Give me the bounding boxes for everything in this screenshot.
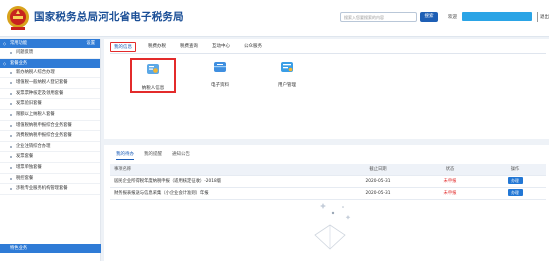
- bullet-icon: [10, 52, 12, 54]
- tab-interaction[interactable]: 互动中心: [210, 42, 232, 52]
- sidebar-header-label: 常用功能: [10, 41, 28, 46]
- sidebar-item[interactable]: 增票单独套餐: [0, 163, 100, 174]
- sidebar-item[interactable]: 税控套餐: [0, 174, 100, 185]
- sidebar-item[interactable]: 增值税一般纳税人登记套餐: [0, 78, 100, 89]
- sidebar-item[interactable]: 发票验旧套餐: [0, 99, 100, 110]
- sidebar-special-header[interactable]: 特色业务: [0, 244, 101, 253]
- sidebar-item[interactable]: 企业注销综合办理: [0, 142, 100, 153]
- sidebar-item[interactable]: 增值税纳税申报综合业务套餐: [0, 121, 100, 132]
- bullet-icon: [10, 113, 12, 116]
- bullet-icon: [10, 103, 12, 106]
- search-button[interactable]: 搜索: [420, 12, 438, 22]
- collapse-icon: ◇: [3, 41, 7, 46]
- tab-my-todo[interactable]: 我的待办: [116, 151, 134, 160]
- user-management-button[interactable]: 用户管理: [267, 61, 307, 88]
- sidebar-item[interactable]: 消费税纳税申报综合业务套餐: [0, 131, 100, 142]
- top-tabs: 我的信息 税费办税 税费查询 互动中心 公众服务: [110, 42, 274, 52]
- table-header-row: 事项名称 截止日期 状态 操作: [110, 164, 546, 176]
- sidebar-item[interactable]: 限额以上纳税人套餐: [0, 110, 100, 121]
- bullet-icon: [10, 188, 12, 191]
- bottom-tabs: 我的待办 我的提醒 通知公告: [116, 151, 200, 160]
- bullet-icon: [10, 135, 12, 138]
- sidebar-item[interactable]: 涉税专业服务机构管理套餐: [0, 184, 100, 195]
- function-label: 用户管理: [278, 83, 296, 88]
- user-name-redacted: [462, 12, 532, 21]
- site-title: 国家税务总局河北省电子税务局: [34, 11, 184, 23]
- empty-state-illustration: [314, 203, 351, 250]
- e-documents-icon: [214, 62, 226, 72]
- sidebar-section-header[interactable]: ◇ 套餐业务: [0, 58, 100, 68]
- divider: [110, 53, 546, 54]
- user-management-icon: [281, 62, 293, 72]
- tab-my-info[interactable]: 我的信息: [110, 42, 136, 52]
- tab-tax-query[interactable]: 税费查询: [178, 42, 200, 52]
- tab-public-service[interactable]: 公众服务: [242, 42, 264, 52]
- tab-my-reminder[interactable]: 我的提醒: [144, 151, 162, 160]
- sidebar-settings-link[interactable]: 设置: [86, 39, 95, 48]
- bullet-icon: [10, 166, 12, 169]
- bullet-icon: [10, 124, 12, 127]
- col-header: 截止日期: [369, 167, 387, 172]
- sidebar: ◇ 常用功能 设置 问题反馈 ◇ 套餐业务 新办纳税人综合办理 增值税一般纳税人…: [0, 39, 101, 261]
- sidebar-section-label: 套餐业务: [10, 60, 28, 66]
- status-badge: 未申报: [443, 191, 457, 196]
- function-label: 纳税人信息: [141, 86, 165, 91]
- bullet-icon: [10, 156, 12, 159]
- sidebar-item[interactable]: 新办纳税人综合办理: [0, 68, 100, 79]
- col-header: 状态: [445, 167, 455, 172]
- function-panel: 我的信息 税费办税 税费查询 互动中心 公众服务 纳税人信息 电子资料 用户管理: [104, 39, 549, 139]
- handle-button[interactable]: 办理: [507, 189, 523, 196]
- col-header: 事项名称: [114, 167, 132, 172]
- sidebar-item[interactable]: 发票票种核定及领用套餐: [0, 89, 100, 100]
- sidebar-item[interactable]: 发票套餐: [0, 152, 100, 163]
- search-input[interactable]: 搜索入您要搜索的内容: [340, 12, 417, 22]
- taxpayer-info-icon: [147, 64, 159, 74]
- function-label: 电子资料: [211, 83, 229, 88]
- bullet-icon: [10, 145, 12, 148]
- welcome-text: 欢迎: [448, 15, 457, 20]
- sidebar-item[interactable]: 问题反馈: [0, 48, 100, 59]
- e-documents-button[interactable]: 电子资料: [200, 61, 240, 88]
- status-badge: 未申报: [443, 179, 457, 184]
- col-header: 操作: [510, 167, 520, 172]
- bullet-icon: [10, 82, 12, 85]
- bullet-icon: [10, 71, 12, 74]
- tab-notices[interactable]: 通知公告: [172, 151, 190, 160]
- handle-button[interactable]: 办理: [507, 177, 523, 184]
- sidebar-common-header[interactable]: ◇ 常用功能 设置: [0, 39, 100, 48]
- exit-link[interactable]: 退出: [540, 14, 549, 20]
- divider: [537, 12, 538, 22]
- bullet-icon: [10, 92, 12, 95]
- collapse-icon: ◇: [3, 60, 7, 66]
- bullet-icon: [10, 177, 12, 180]
- taxpayer-info-button[interactable]: 纳税人信息: [130, 58, 176, 93]
- header: 国家税务总局河北省电子税务局 搜索入您要搜索的内容 搜索 欢迎 退出: [0, 0, 549, 37]
- tax-emblem-icon: [7, 6, 29, 30]
- tab-tax-handling[interactable]: 税费办税: [146, 42, 168, 52]
